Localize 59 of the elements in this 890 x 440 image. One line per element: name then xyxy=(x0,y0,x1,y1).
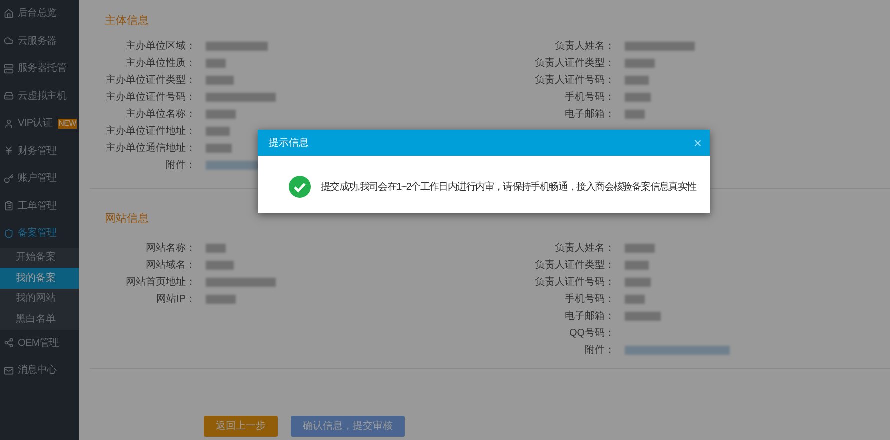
field-label: 主办单位证件号码： xyxy=(105,90,196,105)
key-icon xyxy=(4,174,14,184)
field-label: 负责人证件号码： xyxy=(534,74,615,88)
drive-icon xyxy=(4,91,14,102)
field-label: 负责人姓名： xyxy=(554,40,615,54)
sidebar-item[interactable]: VIP认证 NEW xyxy=(0,110,79,138)
field-label: 网站域名： xyxy=(145,258,196,273)
field-label: 附件： xyxy=(584,344,615,358)
field-label: 网站IP： xyxy=(156,292,196,307)
clipboard-icon xyxy=(4,201,14,212)
sidebar-item[interactable]: 备案管理 xyxy=(0,220,79,248)
dialog-message: 提交成功,我司会在1~2个工作日内进行内审，请保持手机畅通，接入商会核验备案信息真实性 xyxy=(321,180,696,194)
sidebar-item[interactable]: 云服务器 xyxy=(0,28,79,55)
sidebar-item[interactable]: 消息中心 xyxy=(0,357,79,384)
mail-icon xyxy=(4,366,14,376)
sidebar-item[interactable]: 财务管理 xyxy=(0,138,79,165)
field-label: 电子邮箱： xyxy=(564,310,615,324)
user-icon xyxy=(4,118,14,129)
submit-button[interactable]: 确认信息，提交审核 xyxy=(291,416,405,437)
field-label: 负责人证件号码： xyxy=(534,276,615,290)
back-button[interactable]: 返回上一步 xyxy=(204,416,278,437)
cloud-icon xyxy=(4,36,14,46)
sidebar-item[interactable]: 服务器托管 xyxy=(0,55,79,82)
success-check-icon xyxy=(289,176,311,198)
field-label: 负责人证件类型： xyxy=(534,258,615,273)
submenu-item[interactable]: 我的备案 xyxy=(0,268,79,288)
field-label: 主办单位通信地址： xyxy=(105,142,196,156)
home-icon xyxy=(4,8,14,19)
sidebar-item[interactable]: OEM管理 xyxy=(0,330,79,357)
sidebar-item[interactable]: 后台总览 xyxy=(0,0,79,28)
submenu-item[interactable]: 黑白名单 xyxy=(0,309,79,330)
submenu-item[interactable]: 开始备案 xyxy=(0,248,79,268)
field-label: 负责人姓名： xyxy=(554,242,615,256)
close-button[interactable]: × xyxy=(694,136,702,150)
field-label: 附件： xyxy=(165,159,196,173)
field-label: 网站名称： xyxy=(145,242,196,256)
field-label: 手机号码： xyxy=(564,292,615,307)
sidebar-item[interactable]: 云虚拟主机 xyxy=(0,82,79,110)
field-label: 主办单位名称： xyxy=(125,108,196,122)
new-badge: NEW xyxy=(58,118,78,129)
submenu-item[interactable]: 我的网站 xyxy=(0,288,79,309)
section-title: 主体信息 xyxy=(104,14,150,29)
share-icon xyxy=(4,338,14,348)
shield-icon xyxy=(4,228,14,239)
yen-icon xyxy=(4,146,14,156)
field-label: 主办单位证件地址： xyxy=(105,124,196,139)
field-label: 负责人证件类型： xyxy=(534,56,615,71)
field-label: 主办单位证件类型： xyxy=(105,74,196,88)
field-label: 网站首页地址： xyxy=(125,276,196,290)
dialog-title: 提示信息 xyxy=(269,136,309,150)
sidebar-item[interactable]: 工单管理 xyxy=(0,192,79,220)
field-label: QQ号码： xyxy=(568,327,615,341)
field-label: 手机号码： xyxy=(564,90,615,105)
section-title: 网站信息 xyxy=(104,212,150,227)
field-label: 电子邮箱： xyxy=(564,108,615,122)
sidebar-item[interactable]: 账户管理 xyxy=(0,165,79,192)
field-label: 主办单位区域： xyxy=(125,40,196,54)
field-label: 主办单位性质： xyxy=(125,56,196,71)
server-icon xyxy=(4,64,14,74)
